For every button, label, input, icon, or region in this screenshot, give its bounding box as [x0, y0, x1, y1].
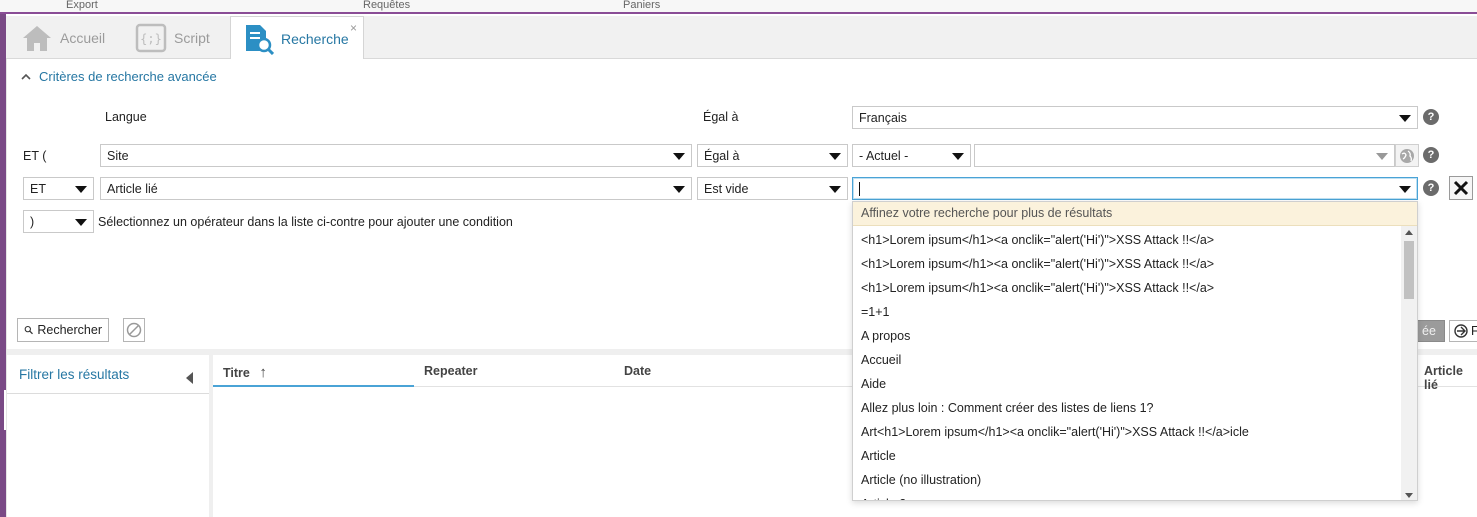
search-icon: [24, 325, 33, 335]
field-langue-label: Langue: [105, 110, 147, 124]
sort-ascending-icon: ↑: [259, 364, 267, 381]
help-icon[interactable]: ?: [1423, 180, 1439, 196]
operator-egal-label: Égal à: [703, 110, 739, 124]
scroll-down-icon[interactable]: [1405, 493, 1413, 498]
tab-script[interactable]: {;} Script: [134, 16, 226, 59]
list-item[interactable]: Article: [853, 444, 1401, 468]
article-operator-select[interactable]: Est vide: [697, 177, 848, 200]
column-date[interactable]: Date: [624, 364, 651, 378]
tab-script-label: Script: [174, 29, 210, 46]
scroll-up-icon[interactable]: [1405, 230, 1413, 235]
search-button[interactable]: Rechercher: [17, 318, 109, 342]
add-condition-hint: Sélectionnez un opérateur dans la liste …: [98, 215, 513, 229]
site-extra-select[interactable]: [974, 144, 1395, 167]
logic-operator-select[interactable]: ET: [23, 177, 94, 200]
ribbon-bar: Export Requêtes Paniers: [0, 0, 1477, 14]
chevron-down-icon: [1399, 186, 1411, 193]
langue-value-text: Français: [859, 110, 907, 125]
column-titre[interactable]: Titre ↑: [223, 364, 267, 381]
article-operator-text: Est vide: [704, 181, 749, 196]
advanced-criteria-toggle[interactable]: Critères de recherche avancée: [21, 69, 217, 84]
chevron-down-icon: [1376, 153, 1388, 160]
group-close-select[interactable]: ): [23, 210, 94, 233]
script-icon: {;}: [134, 21, 168, 55]
export-icon: [1454, 324, 1468, 338]
scrollbar-thumb[interactable]: [1404, 241, 1414, 299]
search-button-label: Rechercher: [37, 323, 102, 337]
logic-operator-text: ET: [30, 181, 46, 196]
advanced-criteria-label: Critères de recherche avancée: [39, 69, 217, 84]
chevron-down-icon: [829, 153, 841, 160]
filter-results-title: Filtrer les résultats: [19, 367, 130, 382]
tab-recherche[interactable]: Recherche ×: [230, 16, 364, 60]
remove-condition-button[interactable]: [1449, 176, 1473, 200]
close-icon[interactable]: ×: [350, 21, 357, 35]
globe-icon[interactable]: [1395, 144, 1419, 167]
collapse-left-icon[interactable]: [186, 372, 193, 384]
tab-bar: Accueil {;} Script Recherche ×: [6, 16, 1477, 60]
home-icon: [20, 21, 54, 55]
langue-value-select[interactable]: Français: [852, 106, 1418, 129]
group-close-text: ): [30, 214, 35, 229]
chevron-down-icon: [75, 219, 87, 226]
sorted-column-indicator: [213, 385, 414, 387]
export-button[interactable]: F: [1449, 320, 1477, 342]
search-panel: Critères de recherche avancée Langue Éga…: [6, 59, 1477, 517]
help-icon[interactable]: ?: [1423, 147, 1439, 163]
chevron-up-icon: [21, 73, 31, 80]
text-caret: [859, 181, 860, 196]
ribbon-export[interactable]: Export: [66, 0, 98, 11]
chevron-down-icon: [673, 186, 685, 193]
chevron-down-icon: [1399, 115, 1411, 122]
save-query-label: ée: [1422, 324, 1436, 338]
dropdown-scrollbar[interactable]: [1401, 226, 1417, 500]
search-document-icon: [241, 22, 275, 56]
refine-search-hint: Affinez votre recherche pour plus de rés…: [853, 202, 1417, 226]
divider: [7, 393, 209, 394]
column-repeater[interactable]: Repeater: [424, 364, 478, 378]
chevron-down-icon: [673, 153, 685, 160]
svg-text:{;}: {;}: [140, 32, 162, 46]
column-titre-label: Titre: [223, 366, 250, 380]
list-item[interactable]: <h1>Lorem ipsum</h1><a onclik="alert('Hi…: [853, 276, 1401, 300]
chevron-down-icon: [952, 153, 964, 160]
chevron-down-icon: [829, 186, 841, 193]
list-item[interactable]: Article 2: [853, 492, 1401, 500]
list-item[interactable]: Accueil: [853, 348, 1401, 372]
list-item[interactable]: Art<h1>Lorem ipsum</h1><a onclik="alert(…: [853, 420, 1401, 444]
autocomplete-list: <h1>Lorem ipsum</h1><a onclik="alert('Hi…: [853, 228, 1401, 500]
column-article-lie[interactable]: Article lié: [1424, 364, 1477, 392]
save-query-button[interactable]: ée: [1417, 320, 1445, 342]
chevron-down-icon: [75, 186, 87, 193]
close-icon: [1453, 180, 1469, 196]
export-label: F: [1471, 324, 1477, 338]
list-item[interactable]: =1+1: [853, 300, 1401, 324]
ribbon-paniers[interactable]: Paniers: [623, 0, 660, 11]
site-field-text: Site: [107, 148, 129, 163]
site-field-select[interactable]: Site: [100, 144, 692, 167]
ribbon-requetes[interactable]: Requêtes: [363, 0, 410, 11]
site-value-text: - Actuel -: [859, 148, 909, 163]
list-item[interactable]: <h1>Lorem ipsum</h1><a onclik="alert('Hi…: [853, 252, 1401, 276]
tab-accueil-label: Accueil: [60, 29, 106, 46]
site-operator-text: Égal à: [704, 148, 740, 163]
group-open-label: ET (: [23, 149, 47, 163]
site-value-select[interactable]: - Actuel -: [852, 144, 971, 167]
article-field-text: Article lié: [107, 181, 158, 196]
list-item[interactable]: A propos: [853, 324, 1401, 348]
list-item[interactable]: Article (no illustration): [853, 468, 1401, 492]
reset-button[interactable]: [123, 318, 145, 342]
autocomplete-dropdown[interactable]: Affinez votre recherche pour plus de rés…: [852, 201, 1418, 501]
site-operator-select[interactable]: Égal à: [697, 144, 848, 167]
tab-recherche-label: Recherche: [281, 30, 349, 47]
article-field-select[interactable]: Article lié: [100, 177, 692, 200]
list-item[interactable]: <h1>Lorem ipsum</h1><a onclik="alert('Hi…: [853, 228, 1401, 252]
tab-accueil[interactable]: Accueil: [20, 16, 130, 59]
filter-pane: Filtrer les résultats: [7, 355, 209, 517]
list-item[interactable]: Allez plus loin : Comment créer des list…: [853, 396, 1401, 420]
article-value-combobox[interactable]: [852, 177, 1418, 200]
list-item[interactable]: Aide: [853, 372, 1401, 396]
help-icon[interactable]: ?: [1423, 109, 1439, 125]
cancel-icon: [126, 322, 142, 338]
